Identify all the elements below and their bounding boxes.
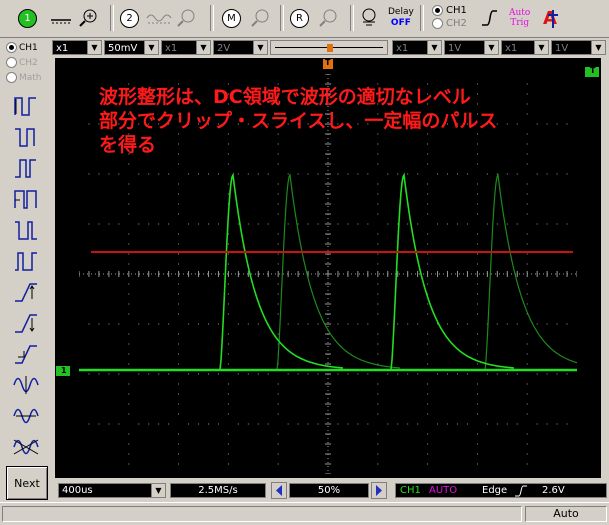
ch1-probe-select[interactable]: x1 ▼ [52, 40, 102, 55]
annotation-line-3: を得る [99, 134, 157, 156]
auto-trig-line1: Auto [509, 8, 531, 18]
status-bar: Auto [0, 502, 609, 525]
sine-amplitude-icon[interactable] [12, 374, 40, 396]
svg-text:A: A [543, 8, 557, 29]
slope-icon[interactable] [12, 343, 40, 365]
edge-slope-icon[interactable] [480, 4, 498, 32]
delay-toggle[interactable]: Delay OFF [388, 4, 414, 32]
channel-2-button[interactable]: 2 [120, 4, 139, 32]
next-button-label: Next [14, 476, 40, 490]
zoom-r-icon[interactable] [318, 4, 340, 32]
pulse-duty-icon[interactable] [12, 219, 40, 241]
pulse-positive-icon[interactable] [12, 95, 40, 117]
display-ch2-radio[interactable]: CH2 [6, 57, 38, 68]
status-mode-pane: Auto [525, 506, 607, 522]
annotation-text: 波形整形は、DC領域で波形の適切なレベル 部分でクリップ・スライスし、一定幅のパ… [99, 85, 579, 157]
trigger-source-group: CH1 CH2 [432, 5, 467, 29]
persistence-trace [276, 172, 577, 371]
trigger-level-label: T [590, 66, 596, 75]
status-message-pane [2, 506, 522, 522]
zoom-2-icon[interactable] [176, 4, 198, 32]
math-indicator: M [222, 8, 241, 28]
trigger-type-text: Edge [482, 485, 508, 496]
display-math-label: Math [19, 72, 42, 83]
position-left-button[interactable] [271, 482, 287, 499]
dc-coupling-icon[interactable] [50, 4, 72, 32]
reference-button[interactable]: R [290, 4, 309, 32]
rise-time-icon[interactable] [12, 281, 40, 303]
position-display: 50% [289, 483, 369, 498]
ch1-ground-label: 1 [61, 366, 67, 375]
pulse-wide-icon[interactable] [12, 188, 40, 210]
run-button[interactable]: 1 [18, 4, 37, 32]
position-right-button[interactable] [371, 482, 387, 499]
trigger-status-panel: CH1 AUTO Edge 2.6V [395, 483, 607, 498]
zoom-m-icon[interactable] [250, 4, 272, 32]
trigger-mode-text: AUTO [429, 485, 458, 496]
delay-zoom-icon[interactable] [358, 4, 380, 32]
ch1-vdiv-select[interactable]: 50mV ▼ [104, 40, 159, 55]
ref1-vdiv-select[interactable]: 1V ▼ [444, 40, 499, 55]
fall-time-icon[interactable] [12, 312, 40, 334]
ref1-probe-select[interactable]: x1 ▼ [392, 40, 442, 55]
trigger-ch1-label: CH1 [446, 5, 467, 16]
pulse-negative-icon[interactable] [12, 126, 40, 148]
delay-label: Delay [388, 7, 414, 17]
pulse-period-icon[interactable] [12, 250, 40, 272]
math-button[interactable]: M [222, 4, 241, 32]
display-ch1-label: CH1 [19, 42, 38, 53]
trigger-marker-button[interactable]: A [540, 4, 564, 32]
pulse-narrow-icon[interactable] [12, 157, 40, 179]
ref2-vdiv-select[interactable]: 1V ▼ [551, 40, 606, 55]
trigger-channel-text: CH1 [400, 485, 421, 496]
sine-rms-icon[interactable] [12, 436, 40, 458]
delay-state: OFF [390, 18, 411, 28]
auto-trig-button[interactable]: Auto Trig [509, 4, 530, 32]
display-math-radio[interactable]: Math [6, 72, 42, 83]
slider-thumb[interactable] [327, 44, 333, 52]
zoom-1-icon[interactable] [78, 4, 100, 32]
trigger-ch1-radio[interactable]: CH1 [432, 5, 467, 16]
annotation-line-2: 部分でクリップ・スライスし、一定幅のパルス [99, 110, 498, 132]
left-panel: CH1 CH2 Math [0, 38, 52, 524]
timebase-select[interactable]: 400us ▼ [58, 483, 166, 498]
horizontal-position-slider[interactable] [270, 40, 388, 55]
trigger-position-label: T [325, 58, 331, 67]
sine-frequency-icon[interactable] [12, 405, 40, 427]
run-indicator: 1 [18, 8, 37, 28]
trigger-level-text: 2.6V [542, 485, 565, 496]
status-mode-text: Auto [553, 507, 579, 520]
ch2-vdiv-select[interactable]: 2V ▼ [213, 40, 268, 55]
display-ch1-radio[interactable]: CH1 [6, 42, 38, 53]
next-button[interactable]: Next [6, 466, 48, 500]
display-ch2-label: CH2 [19, 57, 38, 68]
trigger-ch2-label: CH2 [446, 18, 467, 29]
toolbar: 1 2 M R Delay OFF CH1 CH2 Auto Trig A [0, 0, 609, 38]
annotation-line-1: 波形整形は、DC領域で波形の適切なレベル [99, 86, 471, 108]
ac-coupling-icon[interactable] [146, 4, 172, 32]
trigger-ch2-radio[interactable]: CH2 [432, 18, 467, 29]
channel-2-indicator: 2 [120, 8, 139, 28]
sample-rate-display: 2.5MS/s [170, 483, 266, 498]
auto-trig-line2: Trig [510, 18, 530, 28]
ch1-trace [219, 172, 515, 371]
reference-indicator: R [290, 8, 309, 28]
ref2-probe-select[interactable]: x1 ▼ [501, 40, 549, 55]
rising-edge-icon [515, 485, 527, 497]
ch2-probe-select[interactable]: x1 ▼ [161, 40, 211, 55]
